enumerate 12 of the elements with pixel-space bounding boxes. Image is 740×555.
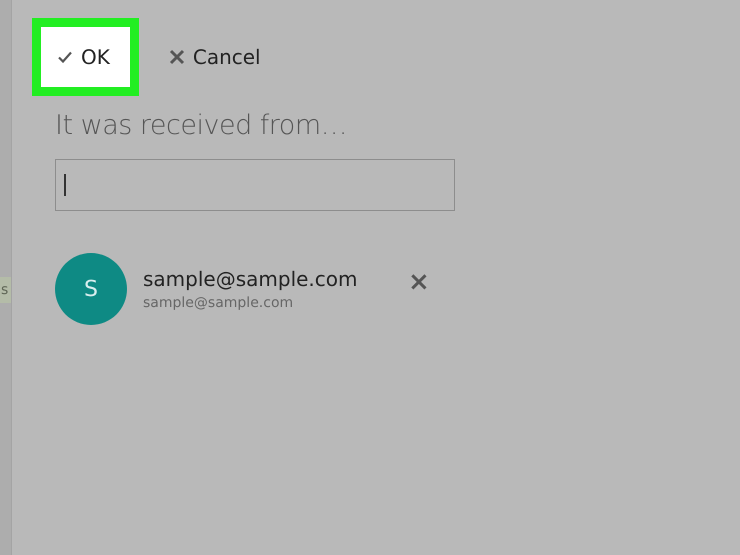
contact-name: sample@sample.com: [143, 267, 359, 291]
contact-avatar: S: [55, 253, 127, 325]
ok-button[interactable]: OK: [32, 18, 139, 96]
text-cursor: [64, 174, 66, 196]
remove-button[interactable]: ×: [408, 267, 430, 297]
recipient-field[interactable]: [55, 159, 455, 211]
contact-email: sample@sample.com: [143, 295, 294, 311]
sidebar-text: s: [0, 277, 11, 303]
checkmark-icon: [57, 49, 73, 65]
cancel-button[interactable]: Cancel: [158, 18, 271, 96]
close-icon: [168, 49, 185, 65]
dialog-heading: It was received from…: [55, 110, 348, 141]
